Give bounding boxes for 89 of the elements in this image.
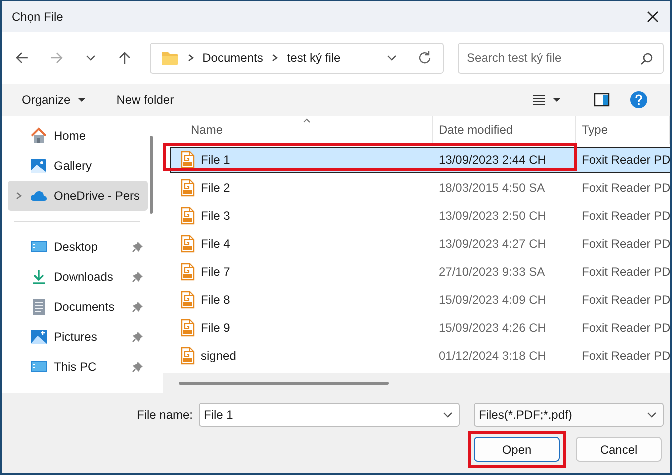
pdf-file-icon [181, 319, 195, 337]
download-icon [30, 268, 48, 286]
file-name: File 9 [201, 321, 230, 335]
pdf-file-icon [181, 263, 195, 281]
list-view-icon [532, 94, 546, 106]
date-modified: 15/09/2023 4:09 CH [439, 293, 546, 307]
home-icon [30, 127, 48, 145]
file-name-label: File name: [136, 408, 193, 422]
scrollbar[interactable] [150, 136, 153, 214]
column-header[interactable]: Name [163, 116, 433, 144]
file-row[interactable]: File 4 13/09/2023 4:27 CH Foxit Reader PD [171, 232, 670, 256]
date-modified: 13/09/2023 2:50 CH [439, 209, 546, 223]
file-type: Foxit Reader PD [582, 237, 670, 251]
up-arrow-icon[interactable] [116, 50, 133, 66]
sidebar-item[interactable]: Downloads [8, 262, 148, 292]
sidebar-item[interactable]: Gallery [8, 151, 148, 181]
file-row[interactable]: File 9 15/09/2023 4:26 CH Foxit Reader PD [171, 316, 670, 340]
file-type: Foxit Reader PD [582, 265, 670, 279]
column-header[interactable]: Type [576, 116, 670, 144]
file-type-dropdown[interactable]: Files(*.PDF;*.pdf) [474, 403, 664, 427]
sidebar-item[interactable]: Pictures [8, 322, 148, 352]
date-modified: 13/09/2023 4:27 CH [439, 237, 546, 251]
breadcrumb-item[interactable]: test ký file [287, 51, 341, 65]
file-row[interactable]: signed 01/12/2024 3:18 CH Foxit Reader PD [171, 344, 670, 368]
scrollbar[interactable] [179, 382, 389, 384]
search-icon[interactable] [640, 52, 654, 66]
file-row[interactable]: File 7 27/10/2023 9:33 SA Foxit Reader PD [171, 260, 670, 284]
date-modified: 27/10/2023 9:33 SA [439, 265, 546, 279]
pdf-file-icon [181, 235, 195, 253]
pin-icon[interactable] [132, 271, 144, 283]
pin-icon[interactable] [132, 361, 144, 373]
sidebar-item[interactable]: OneDrive - Pers [8, 181, 148, 211]
date-modified: 18/03/2015 4:50 SA [439, 181, 546, 195]
file-name: File 1 [201, 153, 230, 167]
file-name: signed [201, 349, 236, 363]
sidebar-item[interactable]: Desktop [8, 232, 148, 262]
caret-icon [552, 97, 562, 103]
pdf-file-icon [181, 291, 195, 309]
gallery-icon [30, 157, 48, 175]
file-type: Foxit Reader PD [582, 349, 670, 363]
pdf-file-icon [181, 151, 195, 169]
column-header[interactable]: Date modified [433, 116, 576, 144]
caret-icon [76, 97, 87, 103]
date-modified: 15/09/2023 4:26 CH [439, 321, 546, 335]
file-type: Foxit Reader PD [582, 321, 670, 335]
preview-pane-icon[interactable] [594, 93, 610, 107]
file-name: File 2 [201, 181, 230, 195]
file-name: File 3 [201, 209, 230, 223]
dialog-button[interactable]: Cancel [576, 437, 662, 462]
sort-caret-icon [303, 118, 311, 123]
file-row[interactable]: File 2 18/03/2015 4:50 SA Foxit Reader PD [171, 176, 670, 200]
file-type: Foxit Reader PD [582, 209, 670, 223]
file-row[interactable]: File 3 13/09/2023 2:50 CH Foxit Reader PD [171, 204, 670, 228]
pin-icon[interactable] [132, 301, 144, 313]
refresh-icon[interactable] [417, 50, 434, 66]
document-icon [30, 298, 48, 316]
file-type: Foxit Reader PD [582, 153, 670, 167]
chevron-right-icon [271, 53, 280, 63]
sidebar-item[interactable]: Home [8, 121, 148, 151]
file-name: File 8 [201, 293, 230, 307]
pdf-file-icon [181, 347, 195, 365]
file-type: Foxit Reader PD [582, 293, 670, 307]
breadcrumb-item[interactable]: Documents [202, 51, 264, 65]
file-name-field[interactable]: File 1 [199, 403, 460, 427]
pin-icon[interactable] [132, 331, 144, 343]
file-row[interactable]: File 8 15/09/2023 4:09 CH Foxit Reader PD [171, 288, 670, 312]
address-bar[interactable]: Documents test ký file [150, 42, 444, 74]
close-icon[interactable] [646, 10, 660, 24]
file-type: Foxit Reader PD [582, 181, 670, 195]
organize-button[interactable]: Organize [16, 89, 93, 111]
search-field[interactable]: Search test ký file [458, 42, 664, 74]
new-folder-button[interactable]: New folder [110, 89, 180, 111]
sidebar-item[interactable]: This PC [8, 352, 148, 382]
window-title: Chọn File [12, 10, 64, 24]
dialog-button[interactable]: Open [474, 437, 560, 462]
file-name: File 7 [201, 265, 230, 279]
chevron-right-icon [186, 53, 195, 63]
date-modified: 01/12/2024 3:18 CH [439, 349, 546, 363]
folder-icon [160, 50, 179, 66]
file-name: File 4 [201, 237, 230, 251]
picture-icon [30, 328, 48, 346]
help-icon[interactable] [630, 91, 648, 109]
sidebar-item[interactable]: Documents [8, 292, 148, 322]
pin-icon[interactable] [132, 241, 144, 253]
date-modified: 13/09/2023 2:44 CH [439, 153, 546, 167]
back-arrow-icon[interactable] [14, 50, 30, 66]
pdf-file-icon [181, 207, 195, 225]
pdf-file-icon [181, 179, 195, 197]
expand-chevron-icon[interactable] [15, 191, 23, 201]
